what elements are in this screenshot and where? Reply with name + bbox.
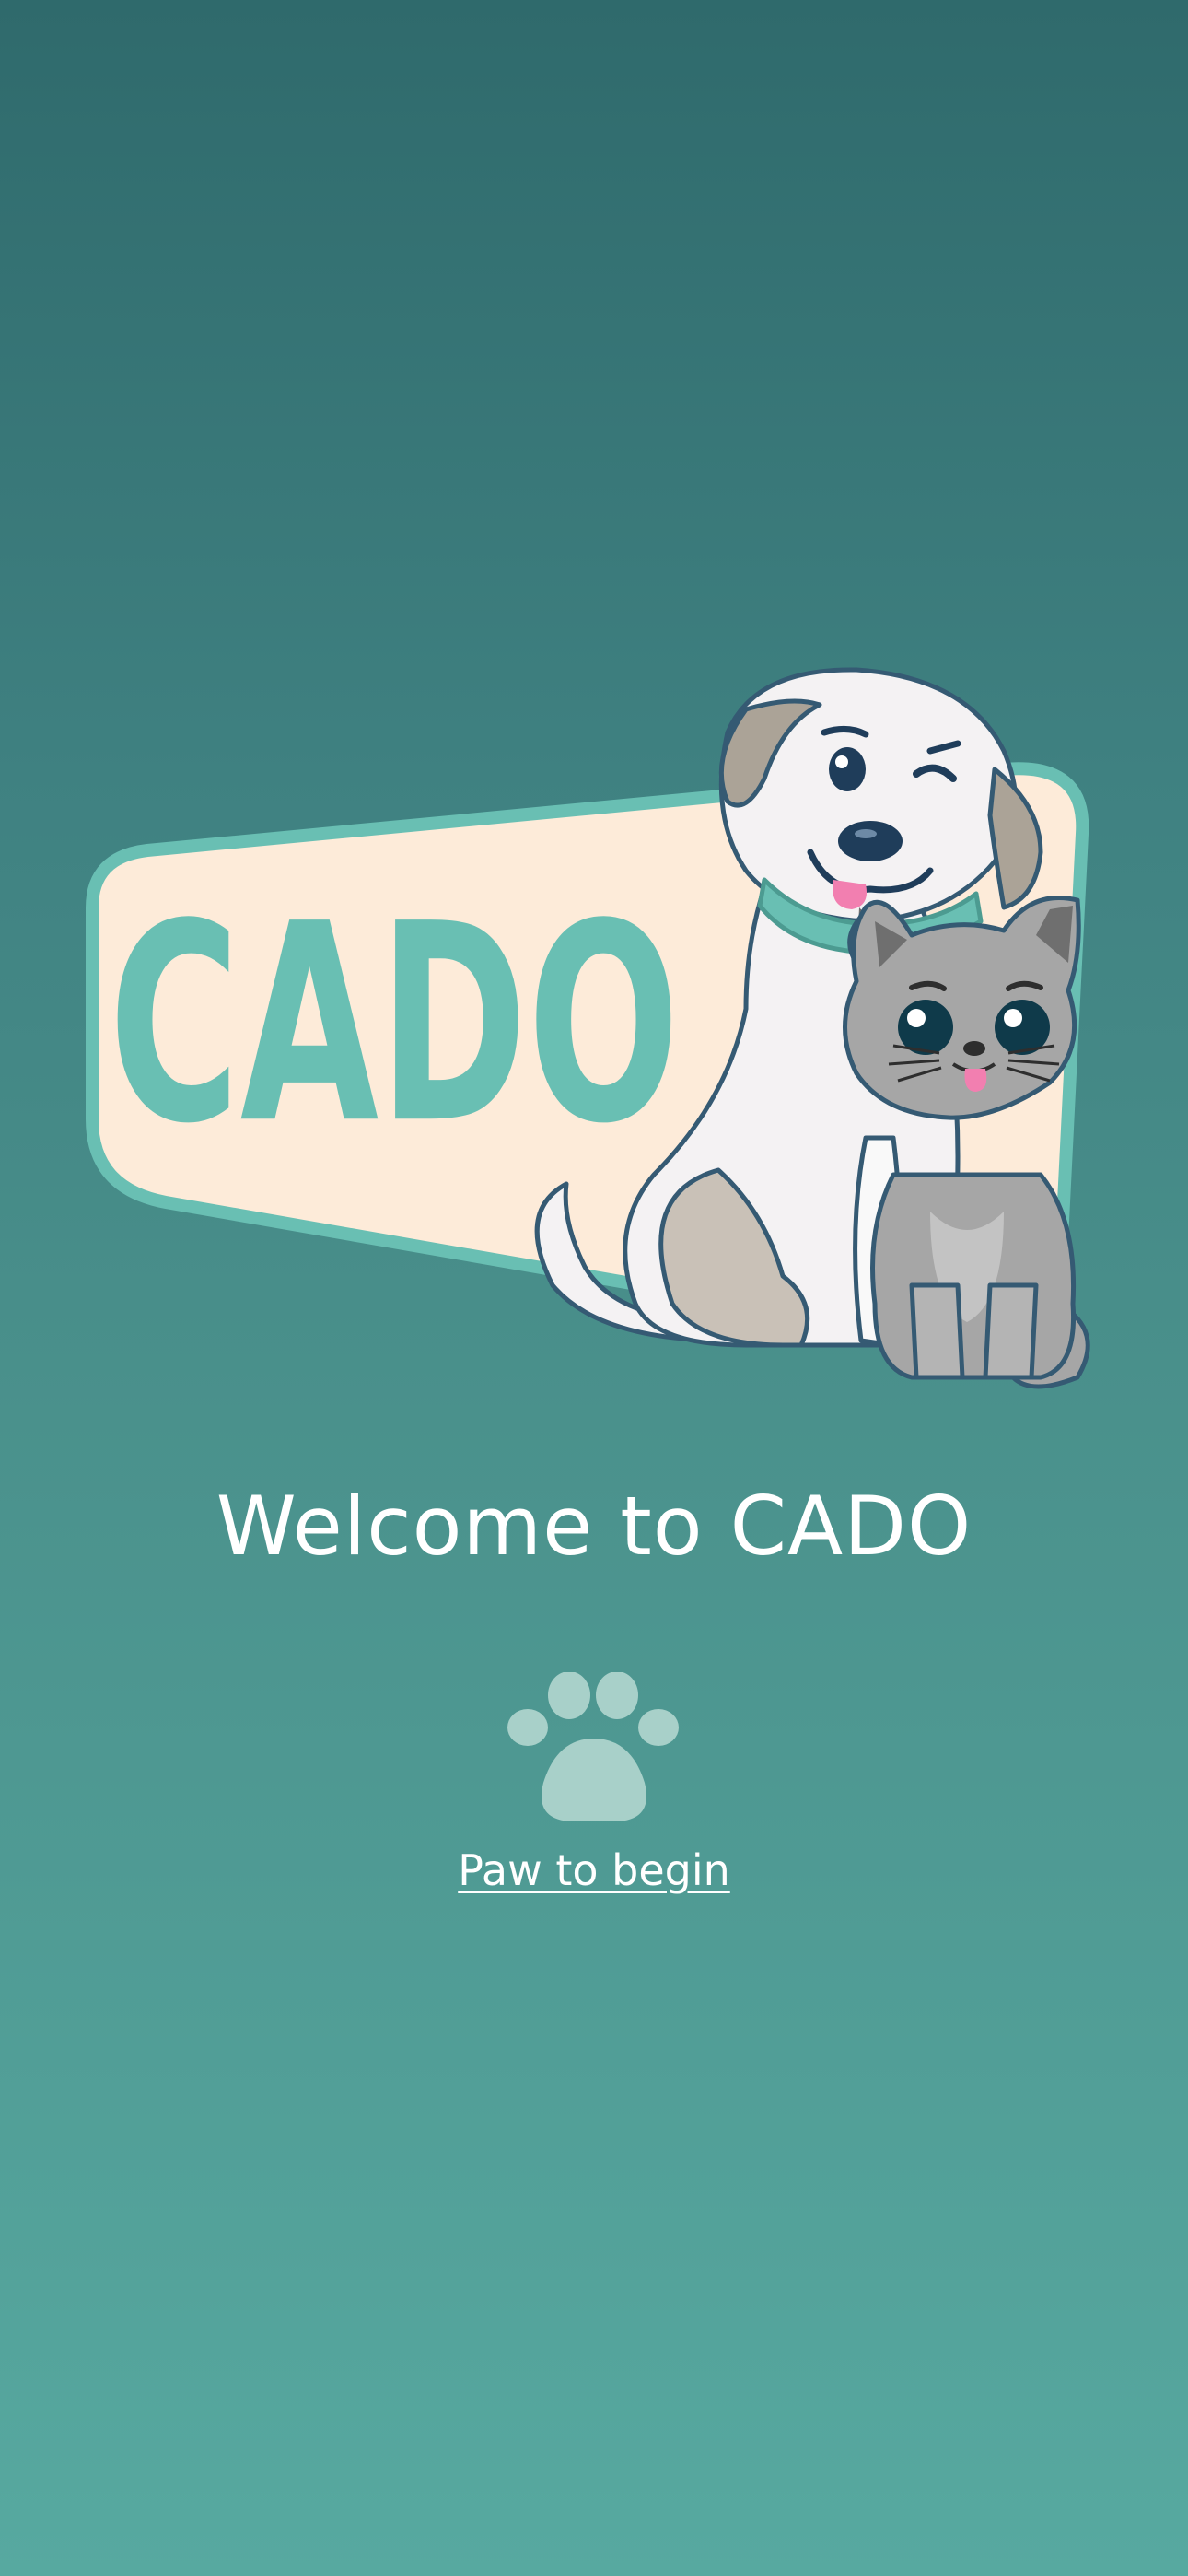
paw-icon-graphic [507, 1671, 679, 1821]
cado-logo: CADO [86, 667, 1090, 1389]
logo-wordmark: CADO [109, 866, 680, 1183]
welcome-title: Welcome to CADO [215, 1479, 973, 1574]
paw-icon[interactable] [502, 1671, 686, 1829]
paw-to-begin-link[interactable]: Paw to begin [0, 1845, 1188, 1895]
svg-text:CADO: CADO [109, 866, 680, 1183]
